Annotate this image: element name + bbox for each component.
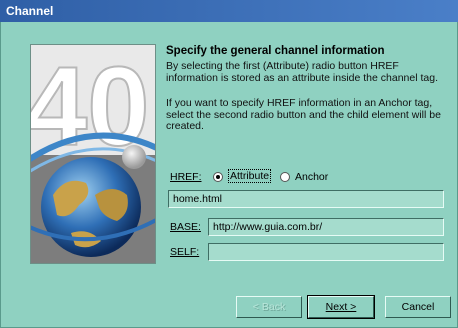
radio-attribute[interactable] xyxy=(213,172,223,182)
title-bar: Channel xyxy=(0,0,458,22)
href-label: HREF: xyxy=(170,171,202,183)
self-label: SELF: xyxy=(170,246,200,258)
next-button[interactable]: Next > xyxy=(308,296,374,318)
description-paragraph-2: If you want to specify HREF information … xyxy=(166,97,441,132)
href-input[interactable] xyxy=(168,190,444,208)
back-button[interactable]: < Back xyxy=(236,296,302,318)
base-input[interactable] xyxy=(208,218,444,236)
globe-graphic-icon: 40 xyxy=(31,45,155,263)
description-paragraph-1: By selecting the first (Attribute) radio… xyxy=(166,60,438,84)
window-title: Channel xyxy=(6,4,54,18)
self-input[interactable] xyxy=(208,243,444,261)
wizard-side-image: 40 xyxy=(30,44,156,264)
wizard-dialog: Channel 40 Specify the general channel i… xyxy=(0,0,458,328)
radio-anchor-label[interactable]: Anchor xyxy=(295,171,328,183)
base-label: BASE: xyxy=(170,221,201,233)
cancel-button[interactable]: Cancel xyxy=(385,296,451,318)
radio-anchor[interactable] xyxy=(280,172,290,182)
page-heading: Specify the general channel information xyxy=(166,45,385,57)
radio-attribute-label[interactable]: Attribute xyxy=(228,169,272,183)
